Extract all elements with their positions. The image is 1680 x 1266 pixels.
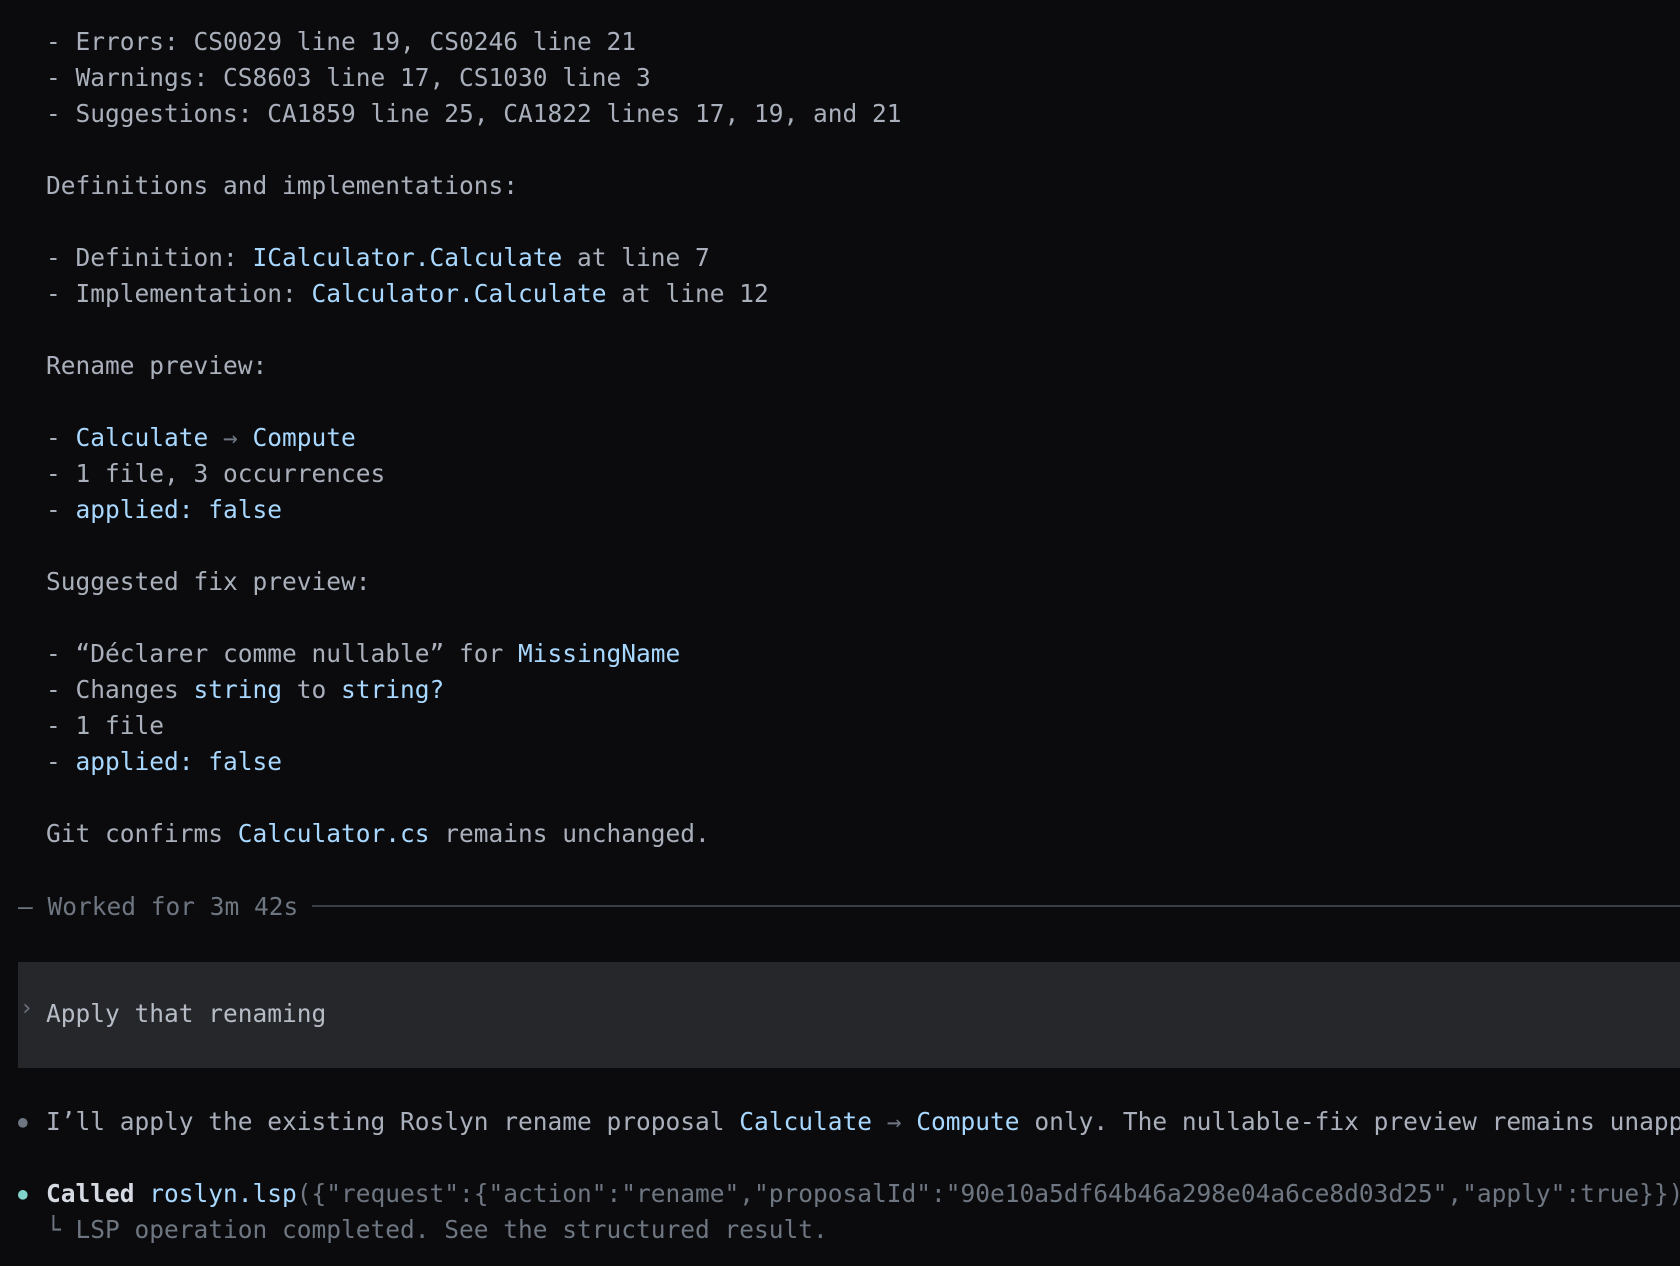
tool-name: roslyn.lsp	[149, 1179, 297, 1208]
git-confirm-line: Git confirms Calculator.cs remains uncha…	[46, 819, 710, 848]
implementation-line: - Implementation: Calculator.Calculate a…	[46, 279, 769, 308]
rename-mapping-line: - Calculate → Compute	[46, 423, 356, 452]
fix-from-type: string	[193, 675, 283, 704]
fix-symbol: MissingName	[518, 639, 681, 668]
fix-changes-line: - Changes string to string?	[46, 675, 445, 704]
definition-symbol: ICalculator.Calculate	[252, 243, 563, 272]
worked-separator: — Worked for 3m 42s	[18, 888, 1680, 924]
fix-preview-heading: Suggested fix preview:	[46, 567, 371, 596]
tool-success-bullet-icon: ●	[18, 1184, 28, 1203]
assistant-message: I’ll apply the existing Roslyn rename pr…	[46, 1107, 1680, 1136]
separator-rule	[312, 905, 1680, 907]
suggestions-line: - Suggestions: CA1859 line 25, CA1822 li…	[46, 99, 902, 128]
warnings-line: - Warnings: CS8603 line 17, CS1030 line …	[46, 63, 651, 92]
user-prompt: › Apply that renaming	[18, 962, 1680, 1068]
tool-called-label: Called	[46, 1179, 135, 1208]
fix-applied-status: applied: false	[75, 747, 283, 776]
user-prompt-text: Apply that renaming	[46, 999, 327, 1028]
rename-from: Calculate	[75, 423, 209, 452]
arrow-icon: →	[872, 1107, 917, 1136]
definition-line: - Definition: ICalculator.Calculate at l…	[46, 243, 710, 272]
rename-applied-line: - applied: false	[46, 495, 283, 524]
definitions-heading: Definitions and implementations:	[46, 171, 519, 200]
fix-scope-line: - 1 file	[46, 711, 165, 740]
fix-applied-line: - applied: false	[46, 747, 283, 776]
tool-result-text: LSP operation completed. See the structu…	[75, 1215, 828, 1244]
git-file: Calculator.cs	[237, 819, 430, 848]
tree-branch-icon: └	[46, 1215, 61, 1244]
rename-to: Compute	[252, 423, 356, 452]
message-bullet-icon: ●	[18, 1112, 28, 1131]
implementation-symbol: Calculator.Calculate	[311, 279, 607, 308]
fix-title-line: - “Déclarer comme nullable” for MissingN…	[46, 639, 681, 668]
fix-to-type: string?	[341, 675, 445, 704]
chevron-right-icon: ›	[20, 996, 34, 1021]
rename-scope-line: - 1 file, 3 occurrences	[46, 459, 386, 488]
worked-duration: — Worked for 3m 42s	[18, 891, 299, 921]
assistant-rename-to: Compute	[916, 1107, 1020, 1136]
arrow-icon: →	[208, 423, 253, 452]
tool-result-line: └ LSP operation completed. See the struc…	[46, 1212, 828, 1248]
assistant-rename-from: Calculate	[739, 1107, 873, 1136]
tool-call-line: Called roslyn.lsp({"request":{"action":"…	[46, 1176, 1680, 1212]
tool-args: ({"request":{"action":"rename","proposal…	[296, 1179, 1680, 1208]
rename-applied-status: applied: false	[75, 495, 283, 524]
errors-line: - Errors: CS0029 line 19, CS0246 line 21	[46, 27, 637, 56]
rename-preview-heading: Rename preview:	[46, 351, 268, 380]
